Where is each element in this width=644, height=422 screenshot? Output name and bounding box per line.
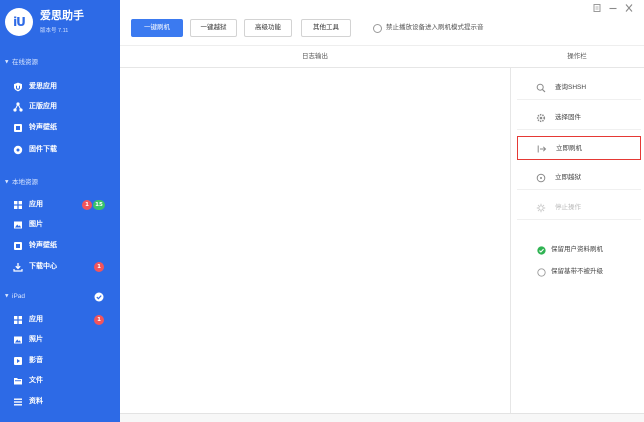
keep-user-data-option[interactable]: 保留用户资料刷机 — [537, 244, 637, 256]
sidebar-item-label: 应用 — [29, 316, 43, 323]
sidebar-item-label: 应用 — [29, 201, 43, 208]
select-firmware-button[interactable]: 选择固件 — [517, 106, 641, 130]
circle-dot-icon — [536, 173, 546, 183]
sidebar-item-device-photos[interactable]: 照片 — [0, 330, 120, 350]
radio-empty-icon[interactable] — [537, 267, 546, 277]
tab-advanced-functions[interactable]: 高级功能 — [244, 19, 292, 37]
download-count-badge: 1 — [94, 262, 104, 272]
video-icon — [13, 356, 23, 366]
option-label: 保留基带不被升级 — [551, 268, 603, 275]
section-online-resources[interactable]: ▼ 在线资源 — [0, 57, 120, 69]
operation-label: 查询SHSH — [555, 84, 587, 91]
radio-empty-icon[interactable] — [373, 23, 382, 33]
sidebar-item-local-ringtones-wallpapers[interactable]: 铃声壁纸 — [0, 236, 120, 256]
app-window: iU 爱思助手 版本号 7.11 ▼ 在线资源 爱思应用 正版应用 铃声壁纸 固… — [0, 0, 644, 422]
flash-now-button[interactable]: 立即刷机 — [517, 136, 641, 160]
sidebar-item-label: 爱思应用 — [29, 83, 57, 90]
check-circle-icon[interactable] — [537, 245, 546, 255]
app-count-badge: 15 — [93, 200, 105, 210]
sidebar-item-label: 照片 — [29, 336, 43, 343]
collapse-triangle-icon: ▼ — [5, 180, 9, 185]
app-logo: iU — [5, 8, 33, 36]
sidebar: iU 爱思助手 版本号 7.11 ▼ 在线资源 爱思应用 正版应用 铃声壁纸 固… — [0, 0, 120, 422]
section-local-resources[interactable]: ▼ 本地资源 — [0, 177, 120, 189]
section-title: 在线资源 — [12, 59, 38, 66]
list-icon — [13, 397, 23, 407]
panel-header: 日志输出 操作栏 — [120, 45, 644, 68]
sidebar-item-label: 铃声壁纸 — [29, 242, 57, 249]
sidebar-item-local-apps[interactable]: 应用 1 15 — [0, 195, 120, 215]
disc-icon — [13, 145, 23, 155]
sidebar-item-genuine-apps[interactable]: 正版应用 — [0, 97, 120, 117]
stop-operation-button[interactable]: 停止操作 — [517, 196, 641, 220]
jailbreak-now-button[interactable]: 立即越狱 — [517, 166, 641, 190]
image-icon — [13, 220, 23, 230]
minimize-icon[interactable] — [607, 3, 619, 13]
flash-arrow-icon — [537, 144, 547, 154]
operation-label: 选择固件 — [555, 114, 581, 121]
option-label: 保留用户资料刷机 — [551, 246, 603, 253]
log-output-area[interactable] — [120, 68, 510, 413]
tab-other-tools[interactable]: 其他工具 — [301, 19, 351, 37]
mute-prompt-label: 禁止播放设备进入刷机模式提示音 — [386, 24, 484, 31]
gear-icon — [536, 113, 546, 123]
sidebar-item-device-apps[interactable]: 应用 1 — [0, 310, 120, 330]
operations-header: 操作栏 — [567, 53, 587, 60]
folder-icon — [13, 376, 23, 386]
nodes-icon — [13, 102, 23, 112]
update-count-badge: 1 — [94, 315, 104, 325]
grid-icon — [13, 315, 23, 325]
sidebar-item-device-media[interactable]: 影音 — [0, 351, 120, 371]
menu-icon[interactable] — [591, 3, 603, 13]
section-device[interactable]: ▼ iPad — [0, 291, 120, 303]
query-shsh-button[interactable]: 查询SHSH — [517, 76, 641, 100]
app-name: 爱思助手 — [40, 10, 84, 22]
i4-app-icon — [13, 82, 23, 92]
app-version: 版本号 7.11 — [40, 28, 69, 34]
download-icon — [13, 262, 23, 272]
update-count-badge: 1 — [82, 200, 92, 210]
sidebar-item-label: 铃声壁纸 — [29, 124, 57, 131]
sidebar-item-download-center[interactable]: 下载中心 1 — [0, 257, 120, 277]
grid-icon — [13, 200, 23, 210]
log-output-header: 日志输出 — [302, 53, 328, 60]
sidebar-item-firmware-download[interactable]: 固件下载 — [0, 140, 120, 160]
image-icon — [13, 335, 23, 345]
sidebar-item-label: 图片 — [29, 221, 43, 228]
sidebar-item-label: 文件 — [29, 377, 43, 384]
collapse-triangle-icon: ▼ — [5, 294, 9, 299]
search-icon — [536, 83, 546, 93]
sidebar-item-label: 下载中心 — [29, 263, 57, 270]
operations-panel: 查询SHSH 选择固件 立即刷机 立即越狱 停止操作 保留用户资料刷机 保留基带… — [510, 68, 644, 413]
sidebar-item-label: 影音 — [29, 357, 43, 364]
sidebar-item-ringtones-wallpapers[interactable]: 铃声壁纸 — [0, 118, 120, 138]
sidebar-item-label: 固件下载 — [29, 146, 57, 153]
stop-icon — [536, 203, 546, 213]
operation-label: 立即越狱 — [555, 174, 581, 181]
status-bar — [120, 413, 644, 422]
collapse-triangle-icon: ▼ — [5, 60, 9, 65]
device-name: iPad — [12, 293, 26, 300]
close-icon[interactable] — [623, 3, 635, 13]
mute-prompt-option[interactable]: 禁止播放设备进入刷机模式提示音 — [372, 19, 512, 37]
wallpaper-icon — [13, 123, 23, 133]
sidebar-item-device-info[interactable]: 资料 — [0, 392, 120, 412]
keep-baseband-option[interactable]: 保留基带不被升级 — [537, 266, 637, 278]
sidebar-item-label: 正版应用 — [29, 103, 57, 110]
tab-one-click-flash[interactable]: 一键刷机 — [131, 19, 183, 37]
section-title: 本地资源 — [12, 179, 38, 186]
sidebar-item-device-files[interactable]: 文件 — [0, 371, 120, 391]
sidebar-item-local-images[interactable]: 图片 — [0, 215, 120, 235]
tab-one-click-jailbreak[interactable]: 一键越狱 — [190, 19, 237, 37]
sidebar-item-label: 资料 — [29, 398, 43, 405]
operation-label: 停止操作 — [555, 204, 581, 211]
wallpaper-icon — [13, 241, 23, 251]
sidebar-item-i4-apps[interactable]: 爱思应用 — [0, 77, 120, 97]
check-circle-icon — [94, 292, 104, 302]
operation-label: 立即刷机 — [556, 145, 582, 152]
